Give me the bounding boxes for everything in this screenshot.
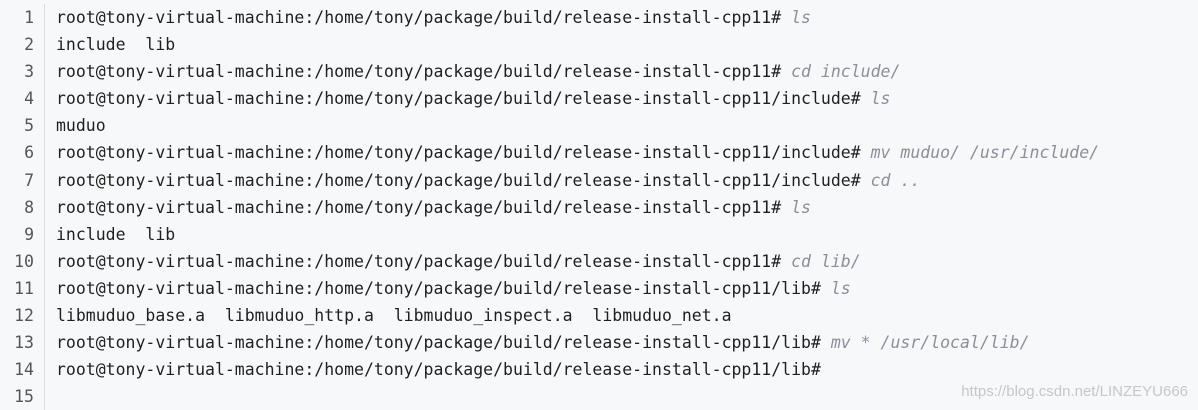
line-number: 12 — [14, 306, 34, 326]
command-text: cd include/ — [781, 62, 901, 82]
output-text: libmuduo_base.a libmuduo_http.a libmuduo… — [56, 306, 732, 326]
line-number: 13 — [14, 333, 34, 353]
line-number: 2 — [24, 35, 34, 55]
code-line: root@tony-virtual-machine:/home/tony/pac… — [56, 167, 1198, 194]
line-number: 1 — [24, 8, 34, 27]
prompt-text: root@tony-virtual-machine:/home/tony/pac… — [56, 62, 782, 82]
output-text: muduo — [56, 116, 106, 136]
line-number: 3 — [24, 62, 34, 82]
line-number: 5 — [24, 116, 34, 136]
prompt-text: root@tony-virtual-machine:/home/tony/pac… — [56, 251, 782, 271]
command-text: mv muduo/ /usr/include/ — [860, 143, 1100, 163]
line-number: 11 — [14, 278, 34, 298]
command-text: mv * /usr/local/lib/ — [820, 333, 1030, 353]
line-number-gutter: 1 2 3 4 5 6 7 8 9 10 11 12 13 14 15 — [0, 4, 45, 410]
prompt-text: root@tony-virtual-machine:/home/tony/pac… — [56, 143, 861, 163]
command-text: ls — [781, 197, 811, 217]
line-number: 9 — [24, 224, 34, 244]
code-line: root@tony-virtual-machine:/home/tony/pac… — [56, 4, 1198, 31]
code-line: include lib — [56, 221, 1198, 248]
code-lines[interactable]: root@tony-virtual-machine:/home/tony/pac… — [56, 4, 1198, 410]
prompt-text: root@tony-virtual-machine:/home/tony/pac… — [56, 8, 782, 27]
code-line: root@tony-virtual-machine:/home/tony/pac… — [56, 356, 1198, 383]
watermark: https://blog.csdn.net/LINZEYU666 — [961, 383, 1188, 400]
prompt-text: root@tony-virtual-machine:/home/tony/pac… — [56, 89, 861, 109]
command-text: ls — [781, 8, 811, 27]
prompt-text: root@tony-virtual-machine:/home/tony/pac… — [56, 170, 861, 190]
code-line: root@tony-virtual-machine:/home/tony/pac… — [56, 58, 1198, 85]
code-line: root@tony-virtual-machine:/home/tony/pac… — [56, 329, 1198, 356]
output-text: include lib — [56, 35, 176, 55]
line-number: 8 — [24, 197, 34, 217]
code-line: root@tony-virtual-machine:/home/tony/pac… — [56, 139, 1198, 166]
code-line: include lib — [56, 31, 1198, 58]
output-text: include lib — [56, 224, 176, 244]
command-text: ls — [820, 278, 851, 298]
code-line: root@tony-virtual-machine:/home/tony/pac… — [56, 275, 1198, 302]
code-line: root@tony-virtual-machine:/home/tony/pac… — [56, 85, 1198, 112]
code-line: muduo — [56, 112, 1198, 139]
prompt-text: root@tony-virtual-machine:/home/tony/pac… — [56, 197, 782, 217]
line-number: 10 — [14, 251, 34, 271]
line-number: 14 — [14, 360, 34, 380]
line-number: 15 — [14, 387, 34, 407]
command-text: cd lib/ — [781, 251, 861, 271]
code-line: root@tony-virtual-machine:/home/tony/pac… — [56, 194, 1198, 221]
line-number: 7 — [24, 170, 34, 190]
line-number: 6 — [24, 143, 34, 163]
code-block: 1 2 3 4 5 6 7 8 9 10 11 12 13 14 15 root… — [0, 0, 1198, 410]
prompt-text: root@tony-virtual-machine:/home/tony/pac… — [56, 333, 821, 353]
prompt-text: root@tony-virtual-machine:/home/tony/pac… — [56, 360, 821, 380]
prompt-text: root@tony-virtual-machine:/home/tony/pac… — [56, 278, 821, 298]
line-number: 4 — [24, 89, 34, 109]
code-line: root@tony-virtual-machine:/home/tony/pac… — [56, 248, 1198, 275]
code-line: libmuduo_base.a libmuduo_http.a libmuduo… — [56, 302, 1198, 329]
command-text: cd .. — [860, 170, 921, 190]
command-text: ls — [860, 89, 891, 109]
